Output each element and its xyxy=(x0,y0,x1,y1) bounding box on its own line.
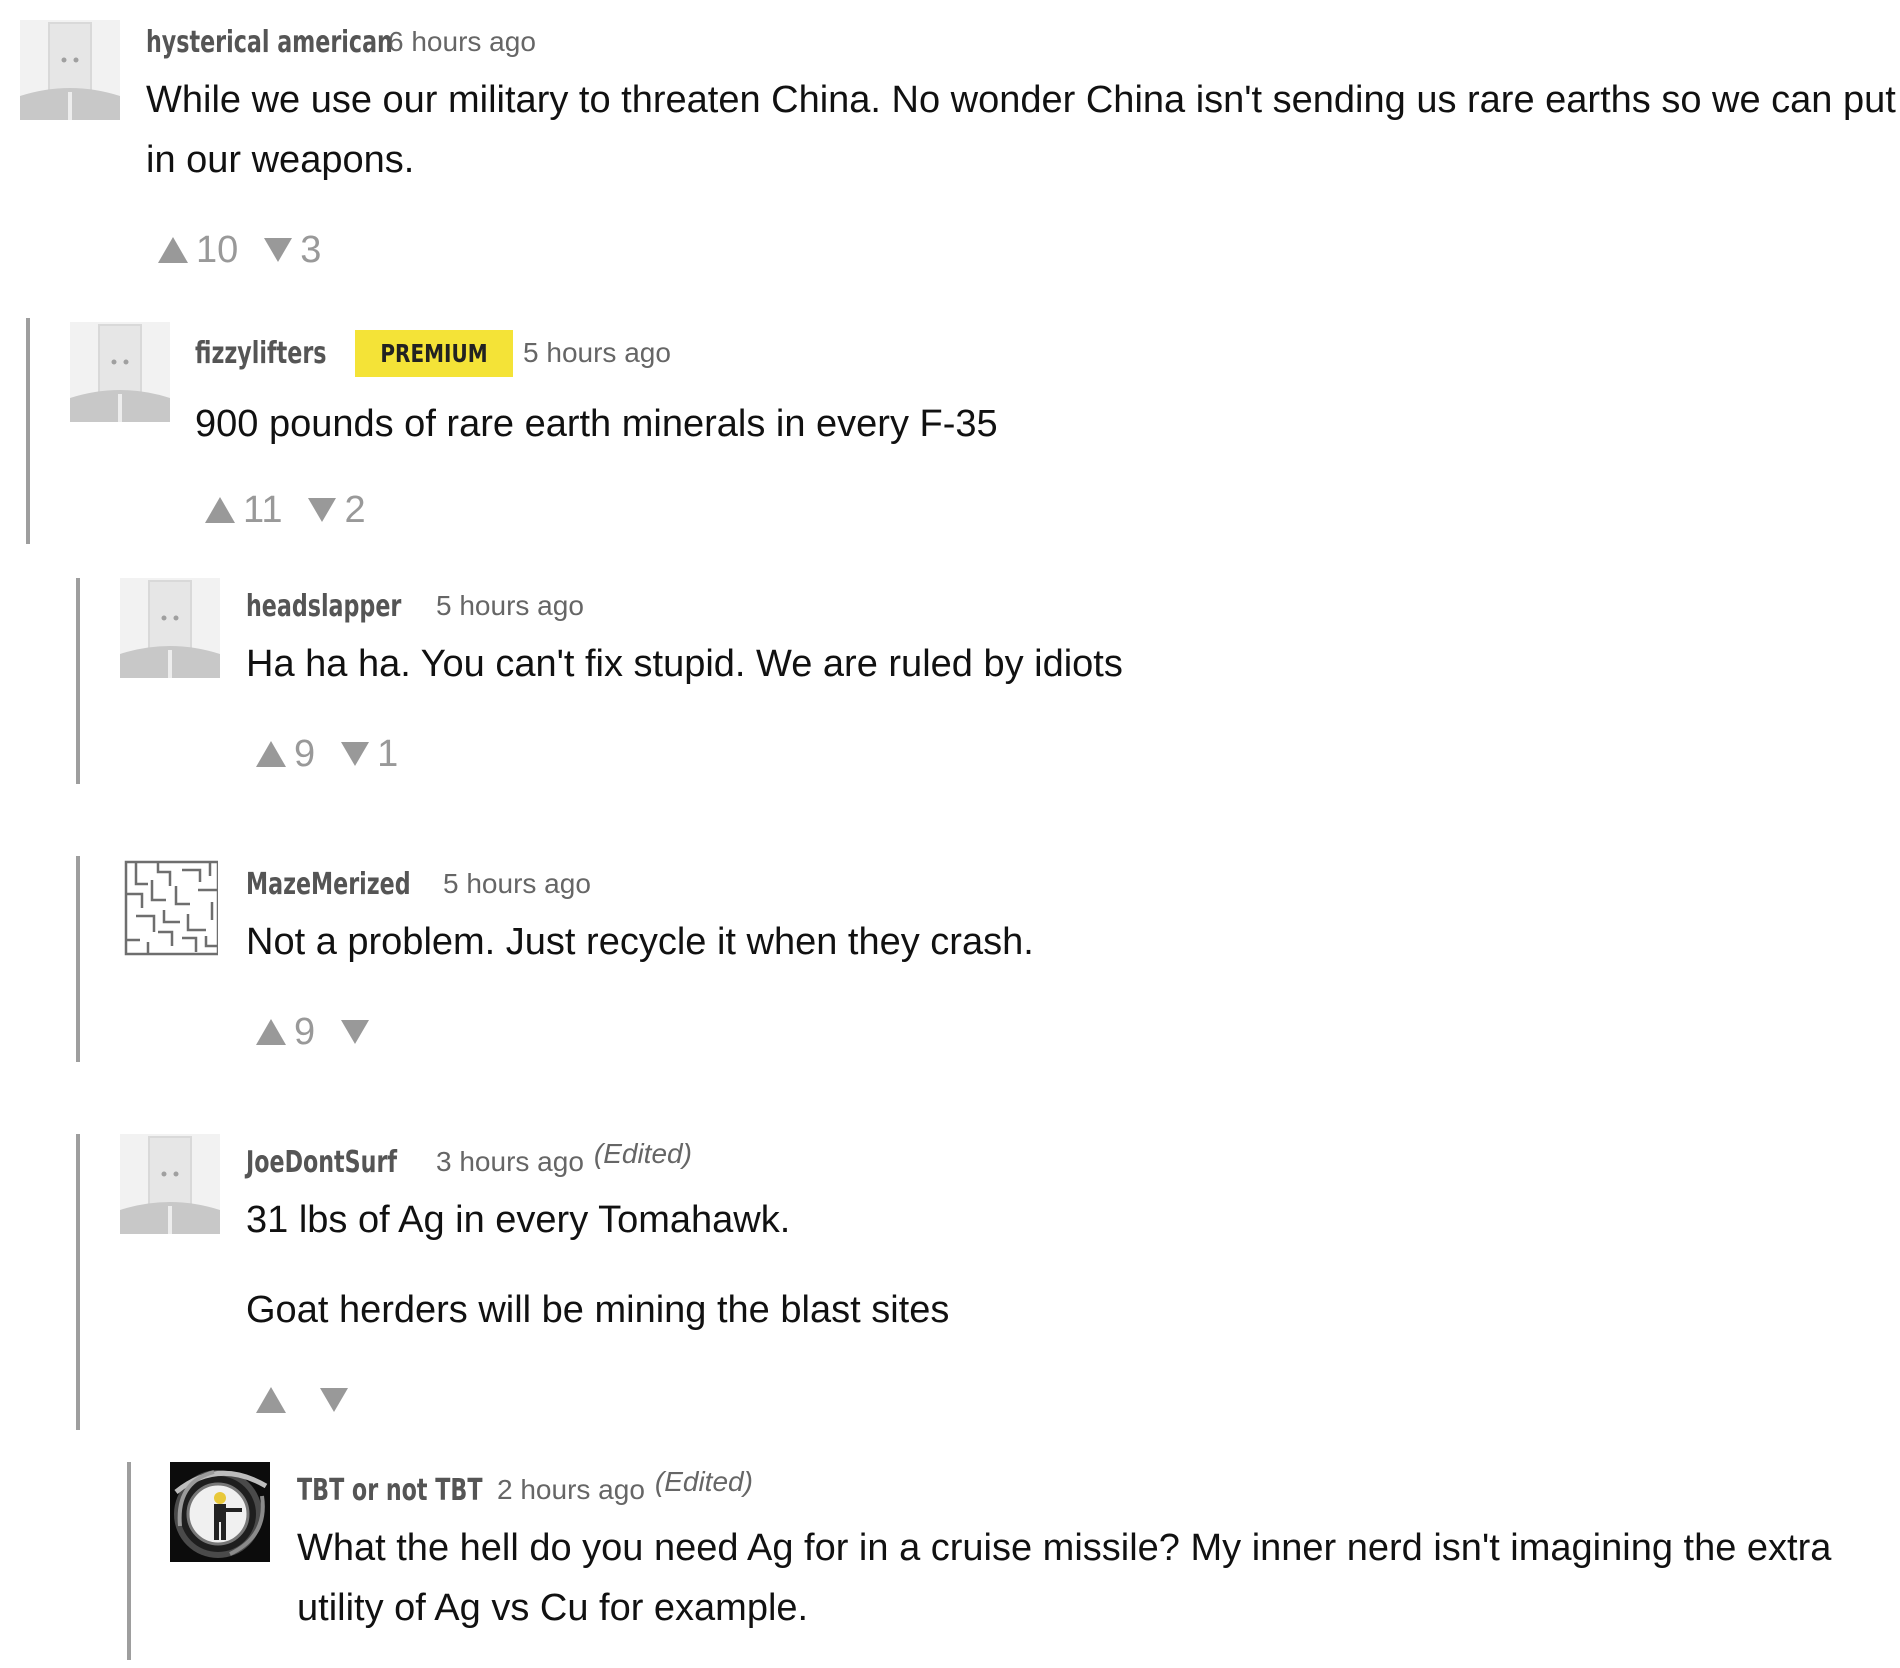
comment-timestamp: 5 hours ago xyxy=(443,868,591,899)
edited-label: (Edited) xyxy=(654,1466,753,1497)
comment-text: Goat herders will be mining the blast si… xyxy=(246,1289,950,1331)
comment-timestamp: 2 hours ago xyxy=(497,1474,645,1505)
comment-timestamp: 3 hours ago xyxy=(436,1146,584,1177)
avatar[interactable] xyxy=(122,856,218,956)
comment-text: Not a problem. Just recycle it when they… xyxy=(246,921,1034,963)
comment-text: Ha ha ha. You can't fix stupid. We are r… xyxy=(246,643,1123,685)
downvote-button[interactable]: 1 xyxy=(341,733,398,776)
comment-author[interactable]: headslapper xyxy=(246,589,401,624)
downvote-icon xyxy=(308,498,337,522)
comment-author[interactable]: fizzylifters xyxy=(195,336,326,371)
paper-bag-avatar-icon xyxy=(120,1134,220,1234)
comment: hysterical american 6 hours ago While we… xyxy=(0,14,1900,294)
vote-bar: 10 3 xyxy=(158,220,1900,280)
downvote-count: 3 xyxy=(300,228,322,271)
comment-text: While we use our military to threaten Ch… xyxy=(146,79,1896,181)
comment-author[interactable]: hysterical american xyxy=(146,25,393,60)
downvote-button[interactable] xyxy=(320,1388,356,1412)
upvote-count: 9 xyxy=(294,1010,316,1053)
avatar[interactable] xyxy=(70,322,170,422)
avatar[interactable] xyxy=(120,578,220,678)
premium-badge: PREMIUM xyxy=(355,329,514,377)
upvote-button[interactable]: 10 xyxy=(158,229,238,272)
downvote-button[interactable]: 3 xyxy=(264,229,321,272)
upvote-count: 9 xyxy=(294,732,316,775)
comment: fizzylifters PREMIUM 5 hours ago 900 pou… xyxy=(0,322,1900,552)
upvote-button[interactable]: 9 xyxy=(256,733,315,776)
paper-bag-avatar-icon xyxy=(70,322,170,422)
upvote-icon xyxy=(158,237,188,263)
downvote-count: 2 xyxy=(344,488,366,531)
comment: headslapper 5 hours ago Ha ha ha. You ca… xyxy=(0,578,1900,788)
upvote-count: 11 xyxy=(243,488,283,531)
avatar[interactable] xyxy=(20,20,120,120)
comment: TBT or not TBT 2 hours ago (Edited) What… xyxy=(0,1462,1900,1660)
vote-bar: 9 1 xyxy=(256,724,1900,784)
comment: MazeMerized 5 hours ago Not a problem. J… xyxy=(0,856,1900,1066)
vote-bar: 11 2 xyxy=(205,480,1900,540)
upvote-count: 10 xyxy=(196,228,239,271)
avatar[interactable] xyxy=(120,1134,220,1234)
comment: JoeDontSurf 3 hours ago (Edited) 31 lbs … xyxy=(0,1134,1900,1434)
vote-bar: 9 xyxy=(256,1002,1900,1062)
paper-bag-avatar-icon xyxy=(20,20,120,120)
downvote-button[interactable]: 2 xyxy=(308,488,366,532)
upvote-button[interactable]: 11 xyxy=(205,489,282,532)
upvote-icon xyxy=(205,497,235,523)
paper-bag-avatar-icon xyxy=(120,578,220,678)
comment-timestamp: 5 hours ago xyxy=(523,337,671,368)
comment-author[interactable]: MazeMerized xyxy=(246,867,411,902)
downvote-icon xyxy=(320,1388,348,1412)
edited-label: (Edited) xyxy=(593,1138,692,1169)
downvote-icon xyxy=(264,238,293,262)
gun-barrel-avatar-icon xyxy=(170,1462,270,1562)
upvote-icon xyxy=(256,1387,286,1413)
downvote-button[interactable] xyxy=(341,1020,377,1044)
comment-timestamp: 6 hours ago xyxy=(388,26,536,57)
upvote-button[interactable] xyxy=(256,1387,294,1413)
downvote-count: 1 xyxy=(377,732,399,775)
avatar[interactable] xyxy=(170,1462,270,1562)
upvote-button[interactable]: 9 xyxy=(256,1011,315,1054)
comment-author[interactable]: TBT or not TBT xyxy=(297,1473,482,1508)
comment-author[interactable]: JoeDontSurf xyxy=(246,1145,397,1180)
comment-text: 31 lbs of Ag in every Tomahawk. xyxy=(246,1199,791,1241)
downvote-icon xyxy=(341,1020,370,1044)
maze-avatar-icon xyxy=(122,856,218,956)
comment-text: What the hell do you need Ag for in a cr… xyxy=(297,1527,1832,1629)
upvote-icon xyxy=(256,741,286,767)
comment-text: 900 pounds of rare earth minerals in eve… xyxy=(195,403,998,445)
downvote-icon xyxy=(341,742,370,766)
vote-bar xyxy=(256,1370,1900,1430)
upvote-icon xyxy=(256,1019,286,1045)
comment-timestamp: 5 hours ago xyxy=(436,590,584,621)
